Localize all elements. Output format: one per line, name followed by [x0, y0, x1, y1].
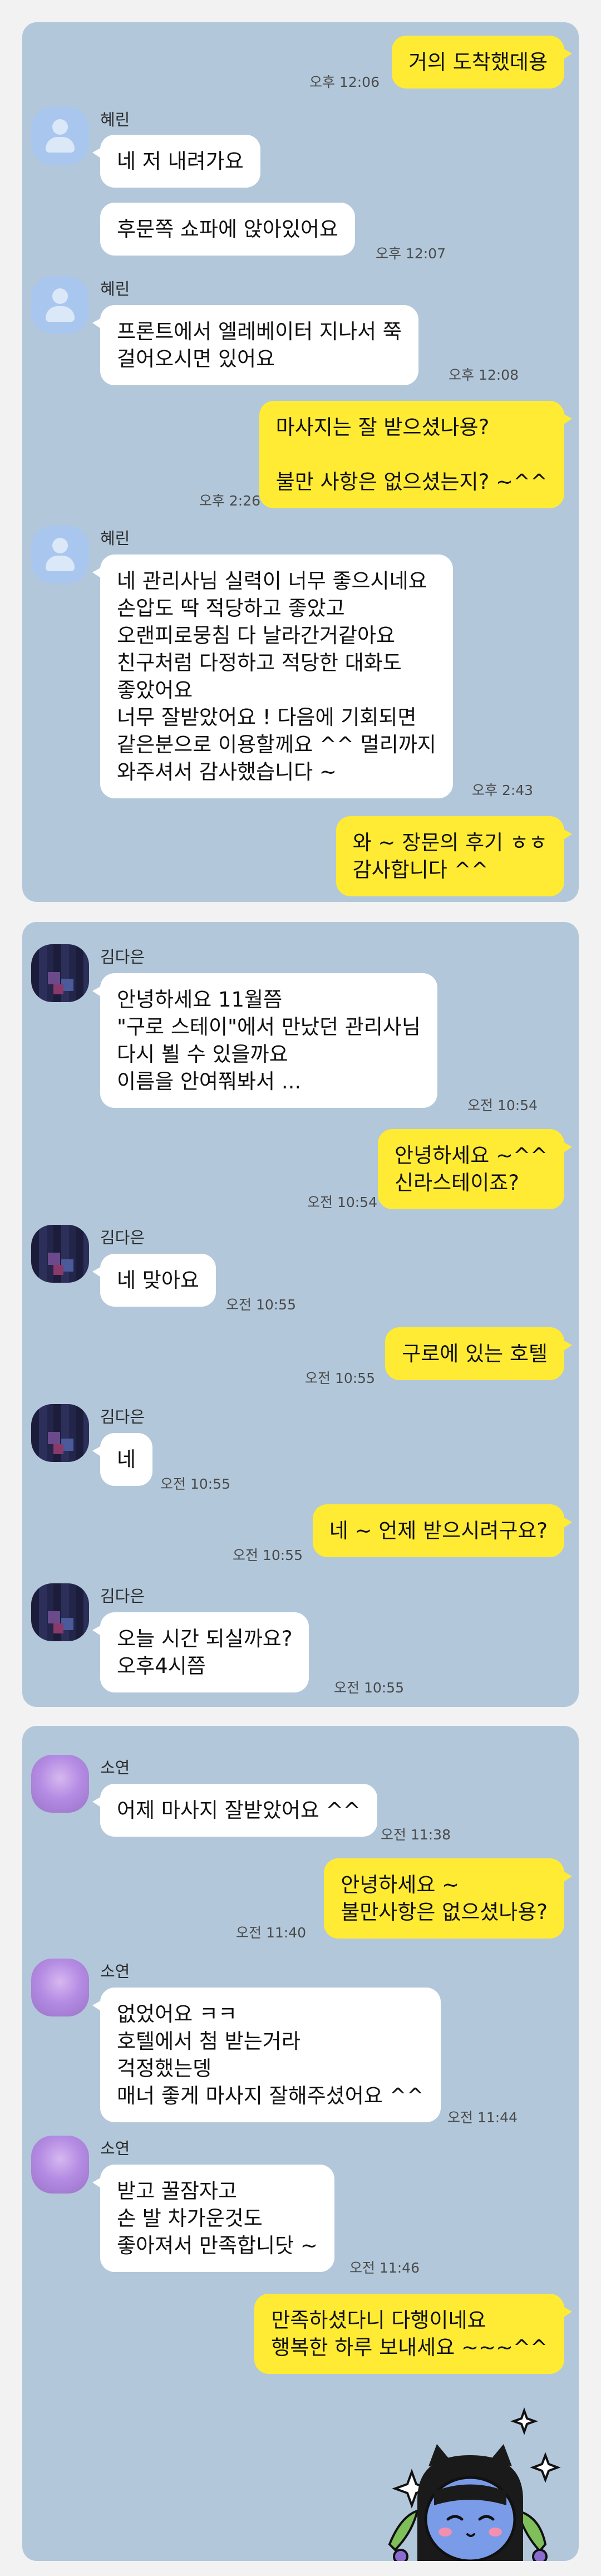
- outgoing-message: 안녕하세요 ~^^ 신라스테이죠?: [378, 1129, 572, 1209]
- avatar[interactable]: [31, 2136, 89, 2194]
- avatar[interactable]: [31, 1959, 89, 2016]
- message-time: 오전 10:54: [307, 1194, 377, 1210]
- outgoing-message: 만족하셨다니 다행이네요 행복한 하루 보내세요 ~~~^^: [254, 2294, 572, 2374]
- sender-name: 소연: [100, 1758, 130, 1777]
- avatar[interactable]: [31, 107, 89, 165]
- avatar[interactable]: [31, 1225, 89, 1283]
- message-time: 오전 10:55: [334, 1680, 404, 1696]
- message-time: 오전 11:40: [236, 1925, 306, 1941]
- avatar[interactable]: [31, 1404, 89, 1462]
- avatar[interactable]: [31, 944, 89, 1002]
- sender-name: 소연: [100, 2139, 130, 2158]
- message-time: 오후 2:26: [199, 493, 260, 509]
- outgoing-message: 네 ~ 언제 받으시려구요?: [312, 1504, 573, 1557]
- message-time: 오전 10:55: [226, 1297, 296, 1313]
- sender-name: 김다은: [100, 1407, 145, 1426]
- outgoing-message: 구로에 있는 호텔: [385, 1327, 572, 1380]
- message-time: 오전 11:46: [349, 2260, 420, 2276]
- outgoing-message: 마사지는 잘 받으셨나용? 불만 사항은 없으셨는지? ~^^: [259, 401, 573, 508]
- incoming-message: 받고 꿀잠자고 손 발 차가운것도 좋아져서 만족합니닷 ~: [92, 2165, 334, 2272]
- message-time: 오전 11:38: [381, 1827, 451, 1843]
- outgoing-message: 와 ~ 장문의 후기 ㅎㅎ 감사합니다 ^^: [336, 816, 573, 896]
- message-time: 오후 12:06: [309, 74, 380, 90]
- avatar[interactable]: [31, 1583, 89, 1641]
- chat-screenshot-2: 김다은 안녕하세요 11월쯤 "구로 스테이"에서 만났던 관리사님 다시 뵐 …: [22, 922, 579, 1707]
- sender-name: 김다은: [100, 948, 145, 966]
- sender-name: 소연: [100, 1962, 130, 1981]
- message-time: 오전 10:55: [233, 1547, 303, 1563]
- message-time: 오전 10:54: [467, 1097, 538, 1113]
- avatar[interactable]: [31, 526, 89, 583]
- incoming-message: 오늘 시간 되실까요? 오후4시쯤: [92, 1612, 309, 1692]
- outgoing-message: 거의 도착했데용: [391, 36, 573, 89]
- avatar[interactable]: [31, 276, 89, 334]
- avatar[interactable]: [31, 1755, 89, 1813]
- message-time: 오후 2:43: [472, 782, 534, 798]
- outgoing-message: 안녕하세요 ~ 불만사항은 없으셨나용?: [324, 1858, 572, 1939]
- sender-name: 혜린: [100, 529, 130, 548]
- message-time: 오후 12:08: [449, 367, 519, 383]
- message-time: 오후 12:07: [376, 246, 446, 262]
- sender-name: 김다은: [100, 1587, 145, 1606]
- incoming-message: 네: [92, 1433, 153, 1486]
- incoming-message: 없었어요 ㅋㅋ 호텔에서 첨 받는거라 걱정했는뎅 매너 좋게 마사지 잘해주셨…: [92, 1988, 441, 2122]
- message-time: 오전 11:44: [447, 2109, 518, 2126]
- sender-name: 혜린: [100, 110, 130, 129]
- incoming-message: 네 맞아요: [92, 1254, 216, 1307]
- cat-character-sticker: [388, 2407, 561, 2561]
- incoming-message: 네 관리사님 실력이 너무 좋으시네요 손압도 딱 적당하고 좋았고 오랜피로뭉…: [92, 555, 453, 798]
- sender-name: 혜린: [100, 279, 130, 298]
- incoming-message: 네 저 내려가요: [92, 135, 260, 188]
- chat-screenshot-3: 소연 어제 마사지 잘받았어요 ^^ 오전 11:38 안녕하세요 ~ 불만사항…: [22, 1726, 579, 2561]
- incoming-message: 후문쪽 쇼파에 앉아있어요: [100, 203, 355, 256]
- incoming-message: 프론트에서 엘레베이터 지나서 쭉 걸어오시면 있어요: [92, 305, 418, 385]
- incoming-message: 안녕하세요 11월쯤 "구로 스테이"에서 만났던 관리사님 다시 뵐 수 있을…: [92, 973, 437, 1108]
- incoming-message: 어제 마사지 잘받았어요 ^^: [92, 1784, 377, 1837]
- sender-name: 김다은: [100, 1228, 145, 1247]
- message-time: 오전 10:55: [160, 1476, 230, 1492]
- chat-screenshot-1: 거의 도착했데용 오후 12:06 혜린 네 저 내려가요 후문쪽 쇼파에 앉아…: [22, 22, 579, 902]
- message-time: 오전 10:55: [305, 1370, 375, 1386]
